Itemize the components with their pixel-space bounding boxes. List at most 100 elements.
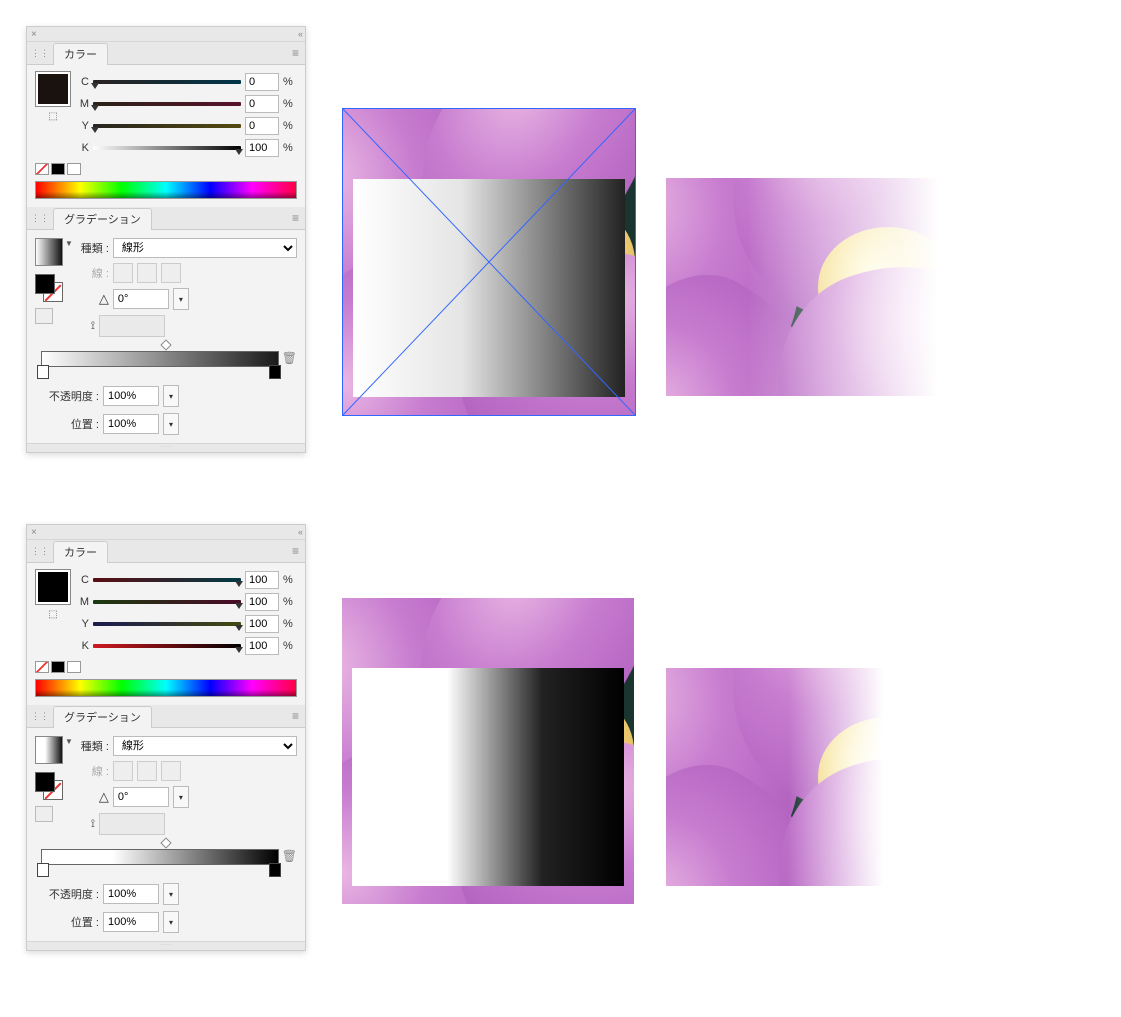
position-input[interactable] [103, 414, 159, 434]
yellow-input[interactable] [245, 117, 279, 135]
fill-stroke-indicator[interactable] [35, 772, 63, 800]
gradient-type-select[interactable]: 線形 [113, 238, 297, 258]
gradient-rectangle[interactable] [353, 179, 625, 397]
black-input[interactable] [245, 637, 279, 655]
angle-input[interactable] [113, 787, 169, 807]
gradient-preview[interactable] [35, 736, 63, 764]
gradient-preview[interactable] [35, 238, 63, 266]
trash-icon[interactable]: 🗑 [282, 849, 297, 863]
gradient-midpoint-handle[interactable] [160, 837, 171, 848]
yellow-slider[interactable] [93, 122, 241, 130]
fill-swatch[interactable] [35, 772, 55, 792]
panel-resize-grip[interactable]: ······ [27, 443, 305, 452]
stroke-mode-1-icon[interactable] [113, 263, 133, 283]
gradient-stop-black[interactable] [269, 863, 281, 877]
opacity-dropdown-icon[interactable]: ▾ [163, 883, 179, 905]
reverse-gradient-icon[interactable] [35, 308, 53, 324]
type-label: 種類 : [79, 738, 109, 754]
artboard-source-1[interactable] [342, 108, 636, 416]
gradient-track[interactable] [41, 849, 279, 865]
color-patches[interactable] [35, 661, 297, 673]
gradient-track[interactable] [41, 351, 279, 367]
black-input[interactable] [245, 139, 279, 157]
yellow-input[interactable] [245, 615, 279, 633]
gradient-slider[interactable]: 🗑 [35, 849, 297, 873]
yellow-slider[interactable] [93, 620, 241, 628]
stroke-mode-2-icon[interactable] [137, 263, 157, 283]
cyan-slider[interactable] [93, 576, 241, 584]
gradient-stop-black[interactable] [269, 365, 281, 379]
registration-icon: ⬚ [48, 609, 57, 620]
collapse-icon[interactable]: « [298, 527, 301, 537]
cyan-input[interactable] [245, 73, 279, 91]
tab-gradient[interactable]: グラデーション [53, 208, 152, 230]
panel-resize-grip[interactable]: ······ [27, 941, 305, 950]
color-swatch[interactable] [35, 569, 71, 605]
tab-color[interactable]: カラー [53, 43, 108, 65]
panel-grip-icon[interactable]: ⋮⋮ [31, 48, 49, 59]
panel-grip-icon[interactable]: ⋮⋮ [31, 213, 49, 224]
black-slider[interactable] [93, 144, 241, 152]
result-image-2 [666, 668, 938, 886]
panel-titlebar[interactable]: × « [27, 525, 305, 540]
magenta-input[interactable] [245, 593, 279, 611]
color-patches[interactable] [35, 163, 297, 175]
collapse-icon[interactable]: « [298, 29, 301, 39]
fill-swatch[interactable] [35, 274, 55, 294]
panel-grip-icon[interactable]: ⋮⋮ [31, 711, 49, 722]
pct-label: % [283, 120, 297, 132]
angle-dropdown-icon[interactable]: ▾ [173, 288, 189, 310]
opacity-label: 不透明度 : [35, 388, 99, 404]
gradient-stop-white[interactable] [37, 365, 49, 379]
angle-input[interactable] [113, 289, 169, 309]
panel-menu-icon[interactable]: ≡ [292, 709, 299, 723]
panel-grip-icon[interactable]: ⋮⋮ [31, 546, 49, 557]
gradient-stop-white[interactable] [37, 863, 49, 877]
magenta-slider[interactable] [93, 598, 241, 606]
black-label: K [77, 640, 89, 652]
panel-titlebar[interactable]: × « [27, 27, 305, 42]
color-swatch[interactable] [35, 71, 71, 107]
opacity-input[interactable] [103, 386, 159, 406]
stroke-mode-3-icon[interactable] [161, 263, 181, 283]
pct-label: % [283, 618, 297, 630]
close-icon[interactable]: × [31, 29, 37, 40]
angle-icon: △ [79, 789, 109, 805]
gradient-slider[interactable]: 🗑 [35, 351, 297, 375]
cyan-slider[interactable] [93, 78, 241, 86]
panel-menu-icon[interactable]: ≡ [292, 211, 299, 225]
opacity-dropdown-icon[interactable]: ▾ [163, 385, 179, 407]
magenta-label: M [77, 98, 89, 110]
stroke-mode-1-icon[interactable] [113, 761, 133, 781]
angle-dropdown-icon[interactable]: ▾ [173, 786, 189, 808]
close-icon[interactable]: × [31, 527, 37, 538]
fill-stroke-indicator[interactable] [35, 274, 63, 302]
cyan-label: C [77, 76, 89, 88]
color-spectrum[interactable] [35, 679, 297, 697]
panel-menu-icon[interactable]: ≡ [292, 544, 299, 558]
panel-menu-icon[interactable]: ≡ [292, 46, 299, 60]
gradient-type-select[interactable]: 線形 [113, 736, 297, 756]
aspect-icon: ⟟ [79, 320, 95, 333]
tab-color[interactable]: カラー [53, 541, 108, 563]
pct-label: % [283, 596, 297, 608]
gradient-preset-dropdown-icon[interactable]: ▼ [65, 737, 73, 746]
magenta-slider[interactable] [93, 100, 241, 108]
cyan-input[interactable] [245, 571, 279, 589]
position-dropdown-icon[interactable]: ▾ [163, 413, 179, 435]
reverse-gradient-icon[interactable] [35, 806, 53, 822]
opacity-input[interactable] [103, 884, 159, 904]
gradient-rectangle[interactable] [352, 668, 624, 886]
gradient-preset-dropdown-icon[interactable]: ▼ [65, 239, 73, 248]
trash-icon[interactable]: 🗑 [282, 351, 297, 365]
gradient-midpoint-handle[interactable] [160, 339, 171, 350]
black-slider[interactable] [93, 642, 241, 650]
magenta-input[interactable] [245, 95, 279, 113]
position-dropdown-icon[interactable]: ▾ [163, 911, 179, 933]
stroke-mode-2-icon[interactable] [137, 761, 157, 781]
color-spectrum[interactable] [35, 181, 297, 199]
position-input[interactable] [103, 912, 159, 932]
artboard-source-2[interactable] [342, 598, 634, 904]
tab-gradient[interactable]: グラデーション [53, 706, 152, 728]
stroke-mode-3-icon[interactable] [161, 761, 181, 781]
